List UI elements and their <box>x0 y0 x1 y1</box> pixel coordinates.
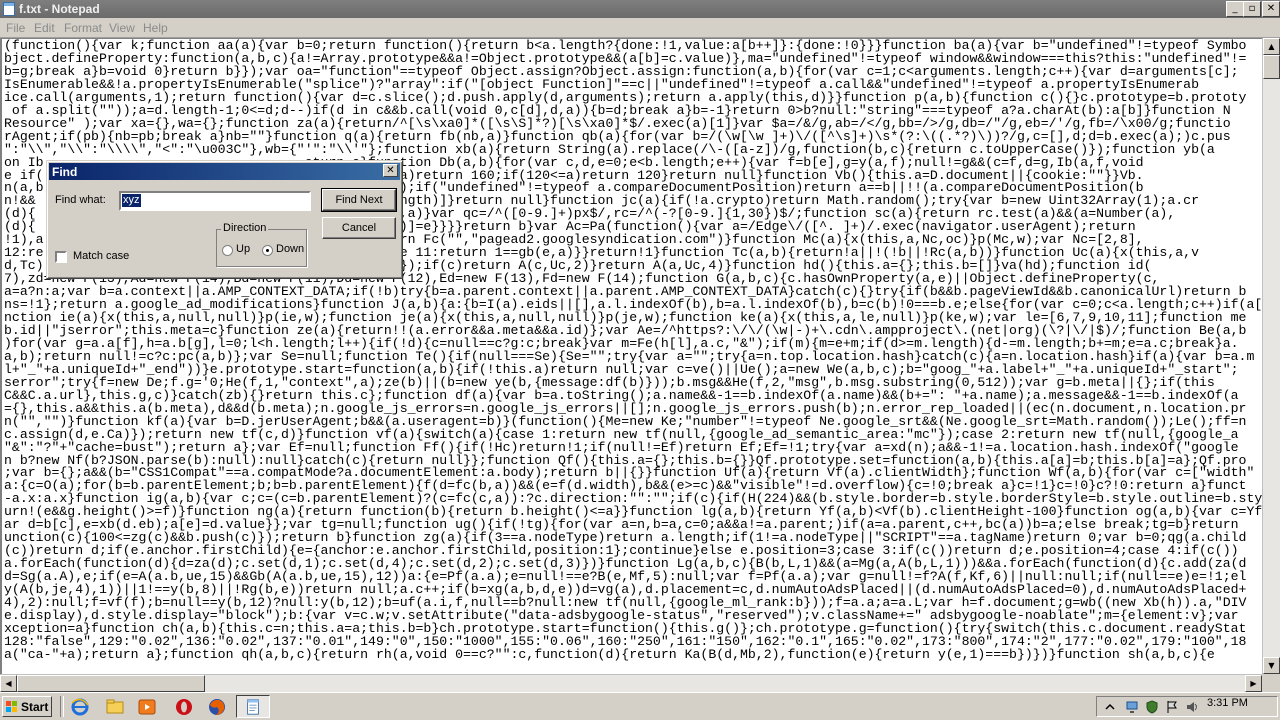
horizontal-scrollbar[interactable]: ◀ ▶ <box>0 674 1262 692</box>
clock[interactable]: 3:31 PM <box>1207 697 1248 709</box>
notepad-icon <box>247 699 259 715</box>
vertical-scroll-thumb[interactable] <box>1263 55 1280 79</box>
chevron-up-icon[interactable] <box>1103 700 1117 714</box>
menu-help[interactable]: Help <box>143 21 168 35</box>
find-what-selection: xyz <box>122 194 141 207</box>
taskbar: Start 3:31 PM <box>0 692 1280 720</box>
text-editor[interactable]: (function(){var k;function aa(a){var b=0… <box>0 38 1262 674</box>
direction-group: Direction Up Down <box>216 222 307 267</box>
find-dialog-title-bar[interactable]: Find ✕ <box>49 163 400 180</box>
minimize-button[interactable]: _ <box>1226 1 1244 17</box>
scroll-down-arrow-icon[interactable]: ▼ <box>1263 657 1280 674</box>
find-dialog-title: Find <box>52 165 78 179</box>
match-case-label[interactable]: Match case <box>73 250 129 262</box>
quicklaunch-divider <box>60 696 64 717</box>
firefox-icon[interactable] <box>207 697 227 717</box>
direction-label: Direction <box>221 222 269 234</box>
menu-file[interactable]: File <box>6 21 25 35</box>
find-what-label: Find what: <box>55 194 106 206</box>
close-button[interactable]: ✕ <box>1262 1 1280 17</box>
maximize-button[interactable]: ▫ <box>1243 1 1261 17</box>
direction-down-radio[interactable] <box>262 245 273 256</box>
network-icon[interactable] <box>1125 700 1139 714</box>
title-bar[interactable]: f.txt - Notepad _ ▫ ✕ <box>0 0 1280 18</box>
cancel-button[interactable]: Cancel <box>322 217 396 239</box>
menu-view[interactable]: View <box>109 21 135 35</box>
scroll-up-arrow-icon[interactable]: ▲ <box>1263 38 1280 55</box>
menu-format[interactable]: Format <box>64 21 102 35</box>
find-dialog-close-icon[interactable]: ✕ <box>383 164 398 177</box>
flag-icon[interactable] <box>1165 700 1179 714</box>
match-case-checkbox[interactable] <box>55 251 67 263</box>
direction-down-label[interactable]: Down <box>276 243 304 255</box>
editor-line: a("ca-"+a);return a};function qh(a,b,c){… <box>4 646 1215 662</box>
start-label: Start <box>21 700 49 714</box>
windows-logo-icon <box>6 701 18 712</box>
find-what-input[interactable] <box>119 191 311 211</box>
system-tray <box>1096 696 1278 717</box>
vertical-scrollbar[interactable]: ▲ ▼ <box>1262 38 1280 674</box>
direction-up-radio[interactable] <box>222 245 233 256</box>
speaker-icon[interactable] <box>1185 700 1199 714</box>
explorer-icon[interactable] <box>105 697 125 717</box>
scroll-right-arrow-icon[interactable]: ▶ <box>1245 675 1262 692</box>
menu-bar: File Edit Format View Help <box>0 18 1280 38</box>
menu-edit[interactable]: Edit <box>34 21 55 35</box>
find-dialog: Find ✕ Find what: xyz Find Next Cancel M… <box>46 160 403 279</box>
media-player-icon[interactable] <box>137 697 157 717</box>
opera-icon[interactable] <box>174 697 194 717</box>
horizontal-scroll-thumb[interactable] <box>17 675 205 692</box>
size-grip[interactable] <box>1262 674 1280 692</box>
notepad-icon <box>3 2 15 16</box>
editor-text[interactable]: (function(){var k;function aa(a){var b=0… <box>2 39 1262 662</box>
shield-icon[interactable] <box>1145 700 1159 714</box>
ie-icon[interactable] <box>70 697 90 717</box>
direction-up-label[interactable]: Up <box>236 243 250 255</box>
scroll-left-arrow-icon[interactable]: ◀ <box>0 675 17 692</box>
window-title: f.txt - Notepad <box>19 2 100 16</box>
notepad-task-button[interactable] <box>236 695 270 718</box>
start-button[interactable]: Start <box>2 696 52 717</box>
find-next-button[interactable]: Find Next <box>321 188 397 212</box>
